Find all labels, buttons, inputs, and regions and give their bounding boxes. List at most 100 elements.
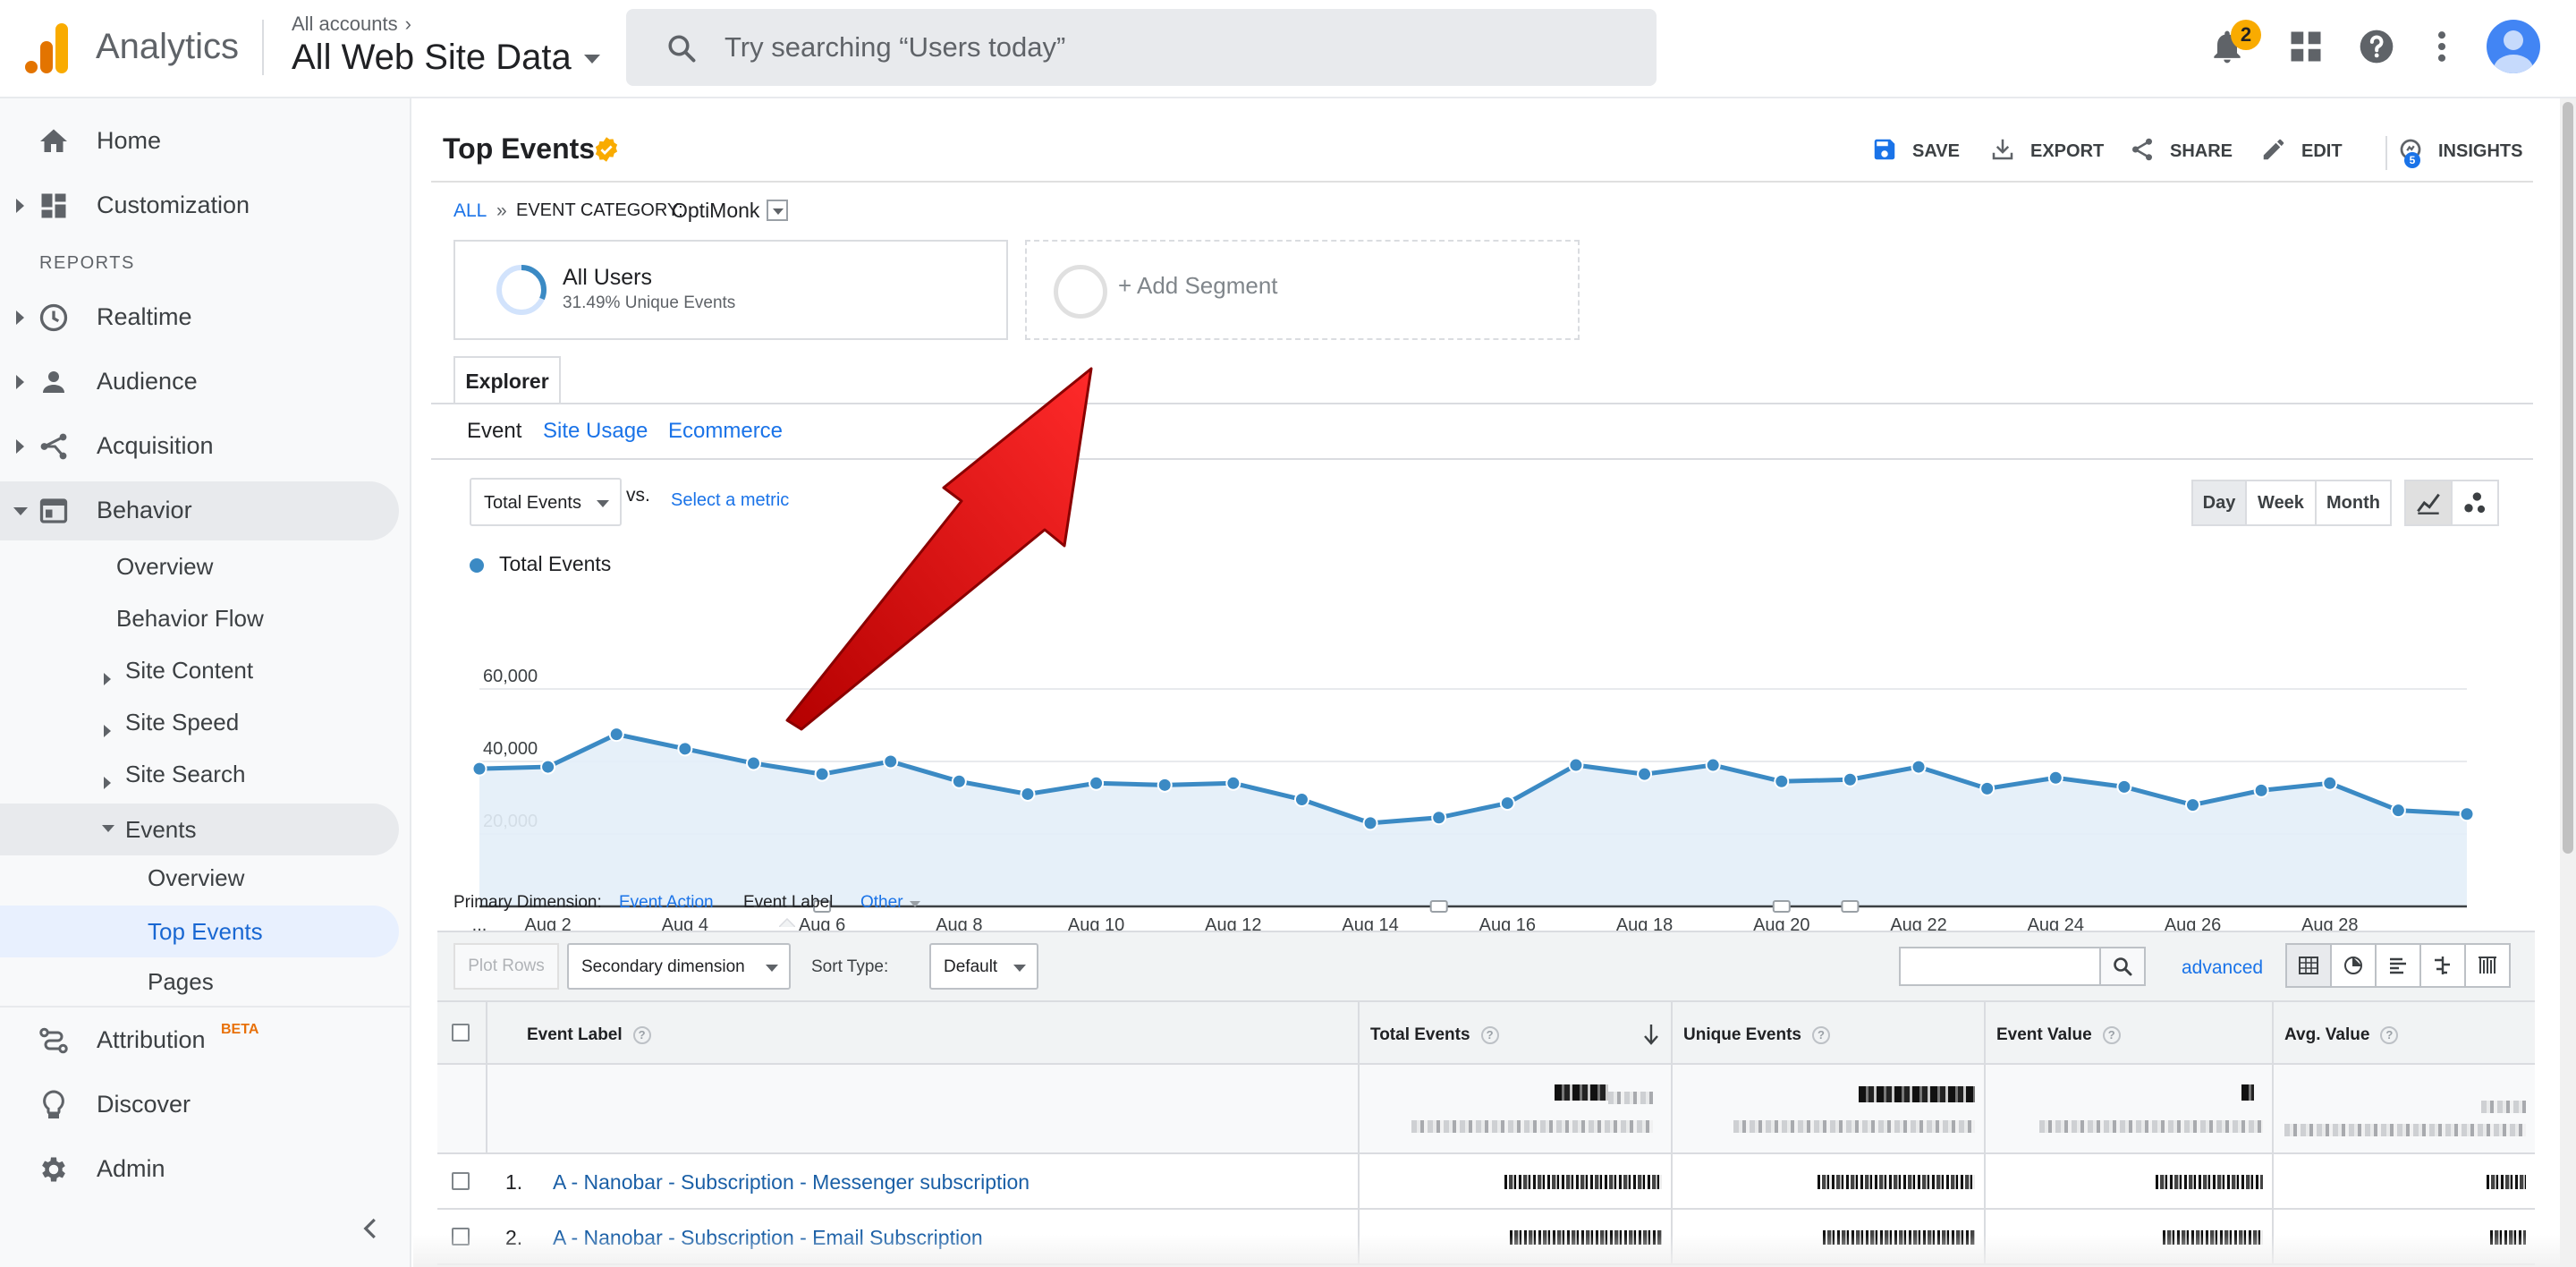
insights-button[interactable]: 5 INSIGHTS [2388,136,2531,168]
avatar[interactable] [2487,20,2540,73]
sidebar-item-behavior[interactable]: Behavior [0,481,399,540]
plot-rows-button[interactable]: Plot Rows [453,943,559,990]
redacted-value [2481,1101,2526,1113]
sidebar-item-acquisition[interactable]: Acquisition [0,417,399,476]
view-percentage-button[interactable] [2330,943,2377,988]
property-name[interactable]: All Web Site Data [292,38,572,77]
sidebar-item-pages[interactable]: Pages [148,968,214,1015]
sidebar-item-admin[interactable]: Admin [0,1140,399,1199]
granularity-month-button[interactable]: Month [2315,480,2392,526]
select-metric-link[interactable]: Select a metric [671,490,789,511]
table-search-button[interactable] [2099,947,2146,986]
category-dropdown-button[interactable] [767,200,788,221]
chart-data-point [2116,778,2132,795]
events-line-chart[interactable]: 60,00040,00020,000...Aug 2Aug 4Aug 6Aug … [413,582,2560,948]
motion-chart-button[interactable] [2451,480,2499,526]
collapse-sidebar-chevron-icon[interactable] [358,1215,385,1242]
dimension-event-action-link[interactable]: Event Action [619,893,714,913]
account-breadcrumb[interactable]: All accounts › [292,13,411,36]
column-unique-events[interactable]: Unique Events? [1673,1002,1986,1063]
search-icon [2114,957,2132,976]
help-icon[interactable]: ? [2380,1026,2399,1044]
tab-explorer[interactable]: Explorer [453,356,561,404]
column-event-label[interactable]: Event Label? [487,1002,1360,1063]
line-chart-button[interactable] [2404,480,2453,526]
chart-data-point [1499,795,1515,812]
help-icon[interactable]: ? [632,1026,651,1044]
metric-select-value: Total Events [484,493,581,513]
select-all-checkbox[interactable] [452,1024,470,1042]
sidebar-item-label: Discover [97,1091,191,1118]
sidebar-item-realtime[interactable]: Realtime [0,288,399,347]
sidebar-item-attribution[interactable]: Attribution BETA [0,1011,399,1070]
redacted-value [2039,1120,2263,1133]
header-divider [262,20,264,75]
subtab-event[interactable]: Event [467,419,521,444]
table-filter-input[interactable] [1899,947,2099,986]
subtab-site-usage[interactable]: Site Usage [543,419,648,444]
totals-event-value [1986,1065,2274,1152]
sidebar-item-events-overview[interactable]: Overview [148,864,244,911]
sort-type-select[interactable]: Default [929,943,1038,990]
more-vert-icon[interactable] [2422,27,2462,66]
primary-dimension-label: Primary Dimension: [453,893,602,912]
page-scrollbar[interactable] [2560,98,2576,1267]
add-segment-button[interactable]: + Add Segment [1025,240,1580,340]
redacted-value [1733,1120,1975,1133]
column-avg-value[interactable]: Avg. Value? [2274,1002,2535,1063]
sidebar-item-behavior-overview[interactable]: Overview [116,553,213,599]
sidebar-item-behavior-flow[interactable]: Behavior Flow [116,605,264,651]
dimension-other-link[interactable]: Other [860,893,903,913]
export-button[interactable]: EXPORT [1989,136,2106,168]
column-event-value[interactable]: Event Value? [1986,1002,2274,1063]
view-data-table-button[interactable] [2285,943,2332,988]
sidebar-item-top-events[interactable]: Top Events [0,906,399,957]
view-performance-button[interactable] [2375,943,2421,988]
apps-grid-icon[interactable] [2286,27,2326,66]
view-comparison-button[interactable] [2419,943,2466,988]
analytics-logo-icon[interactable] [25,23,70,73]
breadcrumb-all-link[interactable]: ALL [453,200,487,222]
table-row[interactable]: 1. A - Nanobar - Subscription - Messenge… [437,1154,2535,1210]
search-input[interactable] [724,25,1619,70]
share-icon [2132,138,2152,161]
segment-placeholder-ring-icon [1054,265,1107,319]
subtab-ecommerce[interactable]: Ecommerce [668,419,783,444]
dimension-event-label-active: Event Label [743,893,834,912]
help-icon[interactable]: ? [1811,1026,1830,1044]
secondary-dimension-select[interactable]: Secondary dimension [567,943,791,990]
search-box[interactable] [626,9,1657,86]
property-selector[interactable]: All Web Site Data [292,38,600,78]
sidebar-item-customization[interactable]: Customization [0,176,399,235]
granularity-day-button[interactable]: Day [2191,480,2247,526]
download-icon [1992,139,2013,160]
sidebar-subitem-label: Pages [148,968,214,995]
caret-down-icon [1013,965,1026,972]
metric-select[interactable]: Total Events [470,478,622,526]
view-pivot-button[interactable] [2464,943,2511,988]
segment-all-users[interactable]: All Users 31.49% Unique Events [453,240,1008,340]
insights-count-badge: 5 [2404,152,2420,168]
advanced-filter-link[interactable]: advanced [2182,957,2263,979]
chart-data-point [2459,806,2475,822]
chart-data-point [883,753,899,770]
granularity-week-button[interactable]: Week [2245,480,2317,526]
y-tick-label: 60,000 [483,667,538,686]
edit-button[interactable]: EDIT [2260,136,2359,168]
top-app-bar: Analytics All accounts › All Web Site Dat… [0,0,2576,98]
column-header-label: Event Label [527,1025,623,1044]
sidebar-item-audience[interactable]: Audience [0,353,399,412]
help-icon[interactable]: ? [1480,1026,1499,1044]
totals-unique-events [1673,1065,1986,1152]
sidebar-item-home[interactable]: Home [0,112,399,171]
column-total-events[interactable]: Total Events? [1360,1002,1673,1063]
scrollbar-thumb[interactable] [2563,102,2573,854]
help-icon[interactable]: ? [2102,1026,2121,1044]
sidebar-item-label: Behavior [97,497,192,523]
sidebar-item-discover[interactable]: Discover [0,1076,399,1135]
share-button[interactable]: SHARE [2129,136,2236,168]
account-crumb-label[interactable]: All accounts [292,13,398,35]
help-icon[interactable] [2357,27,2396,66]
sidebar-item-events[interactable]: Events [0,804,399,855]
save-button[interactable]: SAVE [1871,136,1961,168]
